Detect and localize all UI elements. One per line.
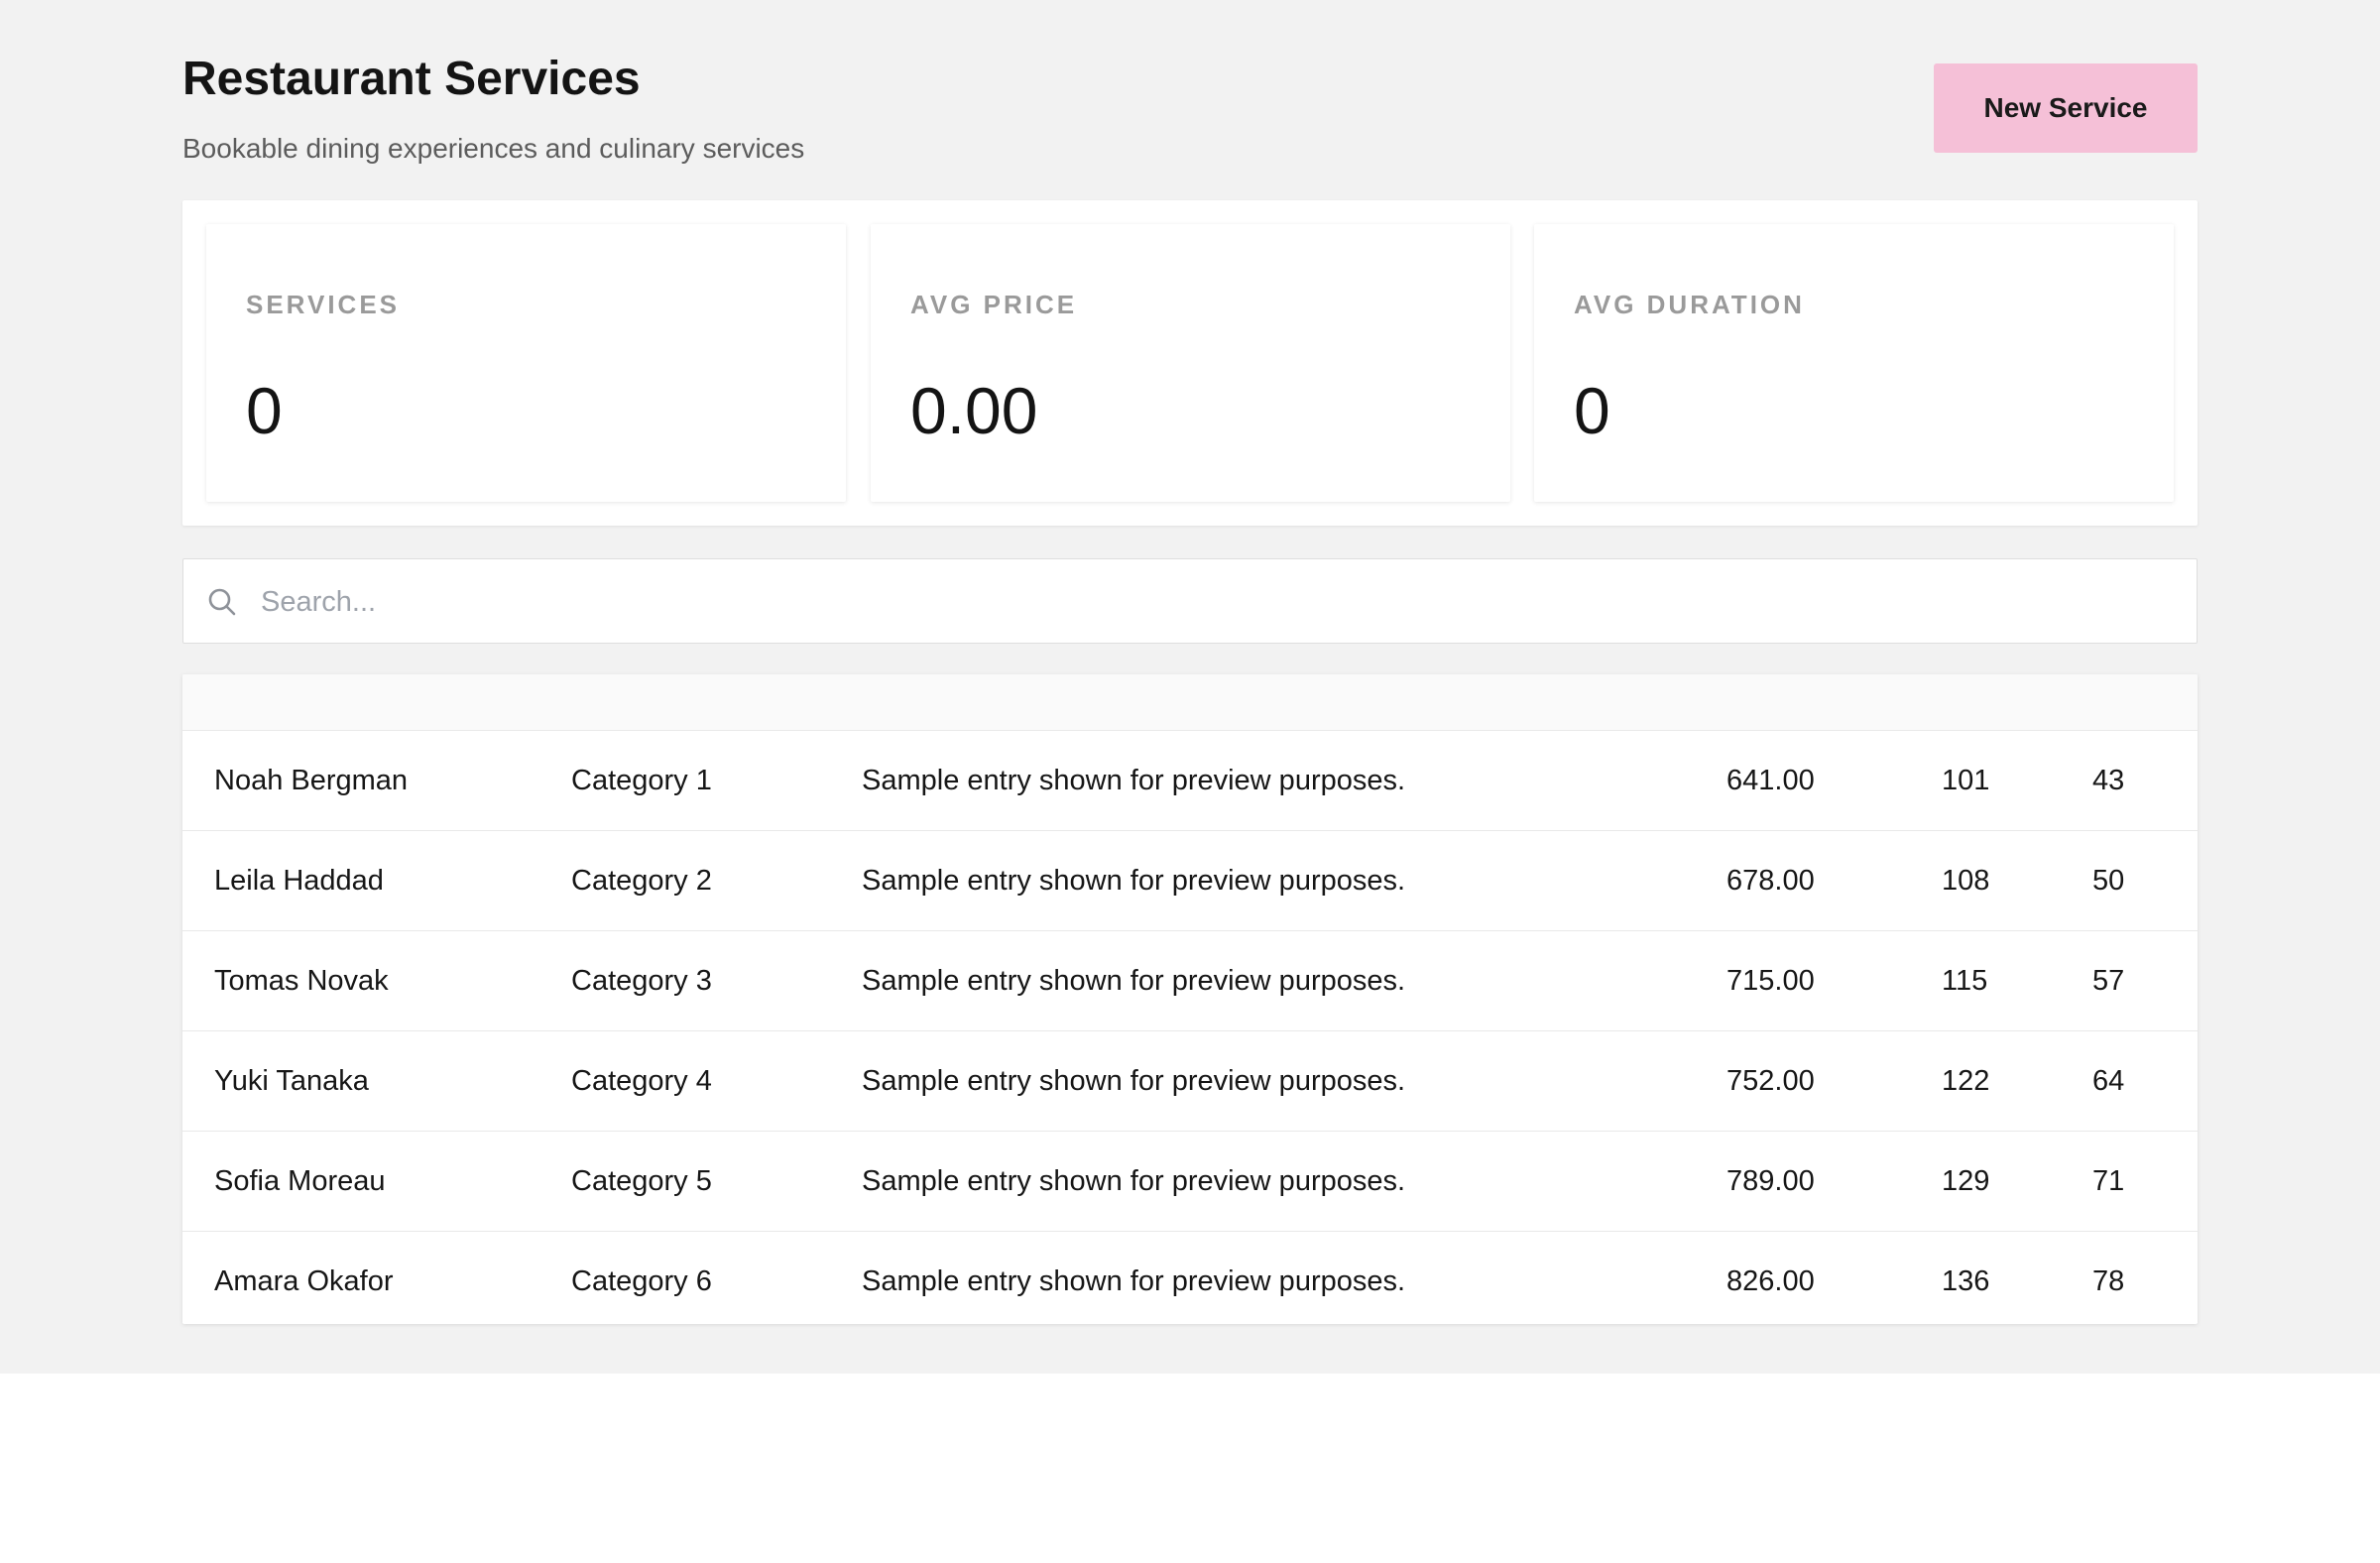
- stat-label: SERVICES: [246, 290, 401, 319]
- stat-value: 0: [1574, 374, 1610, 447]
- cell-price: 752.00: [1726, 1065, 1815, 1097]
- page-subtitle: Bookable dining experiences and culinary…: [182, 133, 805, 164]
- cell-name: Yuki Tanaka: [214, 1065, 369, 1097]
- stat-label: AVG DURATION: [1574, 290, 1805, 319]
- cell-name: Amara Okafor: [214, 1265, 394, 1297]
- new-service-button[interactable]: New Service: [1934, 63, 2198, 153]
- cell-description: Sample entry shown for preview purposes.: [862, 965, 1406, 997]
- cell-name: Leila Haddad: [214, 865, 384, 897]
- search-icon: [208, 588, 236, 616]
- cell-name: Sofia Moreau: [214, 1165, 386, 1197]
- cell-duration: 136: [1942, 1265, 1990, 1297]
- cell-category: Category 5: [571, 1165, 712, 1197]
- cell-capacity: 57: [2092, 965, 2125, 997]
- cell-category: Category 6: [571, 1265, 712, 1297]
- cell-category: Category 3: [571, 965, 712, 997]
- cell-price: 789.00: [1726, 1165, 1815, 1197]
- cell-category: Category 2: [571, 865, 712, 897]
- cell-description: Sample entry shown for preview purposes.: [862, 1265, 1406, 1297]
- cell-name: Noah Bergman: [214, 765, 409, 796]
- cell-capacity: 71: [2092, 1165, 2125, 1197]
- cell-duration: 101: [1942, 765, 1990, 796]
- table-row[interactable]: Noah Bergman Category 1 Sample entry sho…: [182, 730, 2198, 830]
- cell-description: Sample entry shown for preview purposes.: [862, 865, 1406, 897]
- services-table: Noah Bergman Category 1 Sample entry sho…: [182, 674, 2198, 1324]
- cell-price: 678.00: [1726, 865, 1815, 897]
- cell-capacity: 50: [2092, 865, 2125, 897]
- cell-duration: 115: [1942, 965, 1988, 997]
- stat-card-avg-duration: AVG DURATION 0: [1534, 224, 2174, 502]
- cell-description: Sample entry shown for preview purposes.: [862, 765, 1406, 796]
- table-row[interactable]: Leila Haddad Category 2 Sample entry sho…: [182, 830, 2198, 930]
- cell-price: 715.00: [1726, 965, 1815, 997]
- cell-price: 826.00: [1726, 1265, 1815, 1297]
- cell-capacity: 64: [2092, 1065, 2125, 1097]
- table-row[interactable]: Sofia Moreau Category 5 Sample entry sho…: [182, 1131, 2198, 1231]
- cell-category: Category 1: [571, 765, 712, 796]
- page-title: Restaurant Services: [182, 53, 641, 105]
- cell-category: Category 4: [571, 1065, 712, 1097]
- cell-capacity: 43: [2092, 765, 2125, 796]
- page-header: Restaurant Services Bookable dining expe…: [182, 52, 2198, 171]
- cell-duration: 108: [1942, 865, 1990, 897]
- cell-price: 641.00: [1726, 765, 1815, 796]
- cell-description: Sample entry shown for preview purposes.: [862, 1165, 1406, 1197]
- search-box: [182, 558, 2198, 645]
- stat-label: AVG PRICE: [910, 290, 1078, 319]
- table-row[interactable]: Amara Okafor Category 6 Sample entry sho…: [182, 1231, 2198, 1324]
- search-input[interactable]: [259, 559, 2167, 645]
- stat-value: 0.00: [910, 374, 1038, 447]
- cell-description: Sample entry shown for preview purposes.: [862, 1065, 1406, 1097]
- cell-duration: 122: [1942, 1065, 1990, 1097]
- stats-panel: SERVICES 0 AVG PRICE 0.00 AVG DURATION 0: [182, 200, 2198, 526]
- app-background: Restaurant Services Bookable dining expe…: [0, 0, 2380, 1374]
- stat-card-services: SERVICES 0: [206, 224, 846, 502]
- table-row[interactable]: Yuki Tanaka Category 4 Sample entry show…: [182, 1030, 2198, 1131]
- cell-duration: 129: [1942, 1165, 1990, 1197]
- cell-name: Tomas Novak: [214, 965, 389, 997]
- stat-card-avg-price: AVG PRICE 0.00: [871, 224, 1510, 502]
- table-header: [182, 674, 2198, 730]
- stat-value: 0: [246, 374, 283, 447]
- table-row[interactable]: Tomas Novak Category 3 Sample entry show…: [182, 930, 2198, 1030]
- cell-capacity: 78: [2092, 1265, 2125, 1297]
